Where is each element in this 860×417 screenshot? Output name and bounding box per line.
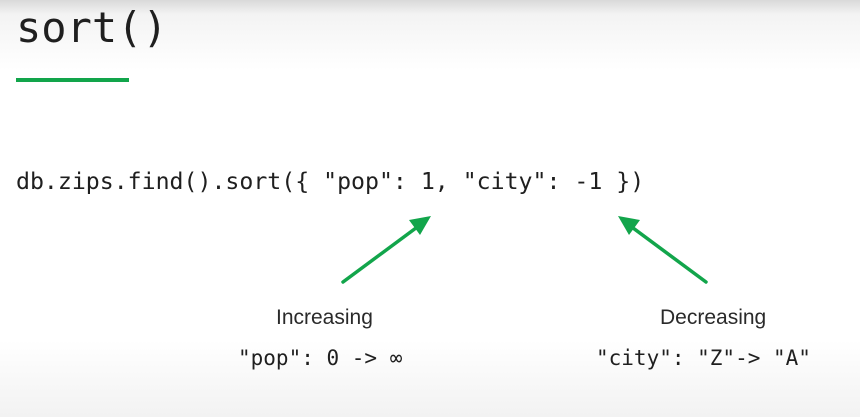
increasing-arrow [341,216,431,284]
city-example: "city": "Z"-> "A" [596,346,811,370]
pop-example: "pop": 0 -> ∞ [238,346,403,370]
decreasing-arrow [618,216,708,284]
decreasing-label: Decreasing [660,306,767,329]
increasing-label: Increasing [276,306,373,329]
slide: sort() db.zips.find().sort({ "pop": 1, "… [0,0,860,417]
